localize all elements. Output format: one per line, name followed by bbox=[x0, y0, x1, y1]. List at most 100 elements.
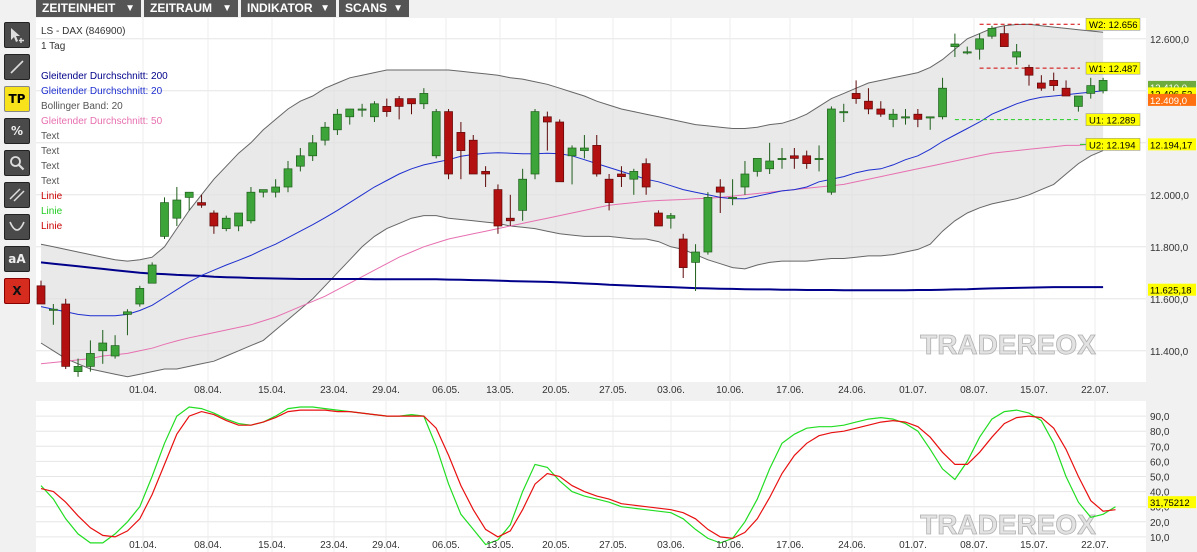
candle-body bbox=[814, 158, 824, 160]
y-tick-label: 60,0 bbox=[1150, 457, 1170, 468]
candle-body bbox=[357, 108, 367, 111]
candle-body bbox=[938, 87, 947, 118]
x-tick-label: 06.05. bbox=[432, 540, 460, 551]
candle-body bbox=[209, 212, 219, 227]
candle-body bbox=[419, 93, 429, 105]
candle-body bbox=[61, 303, 71, 367]
legend-item: Gleitender Durchschnitt: 20 bbox=[41, 86, 163, 97]
x-tick-label: 08.07. bbox=[960, 385, 988, 396]
x-tick-label: 23.04. bbox=[320, 540, 348, 551]
x-tick-label: 17.06. bbox=[776, 540, 804, 551]
candle-body bbox=[876, 108, 886, 115]
candle-body bbox=[604, 178, 614, 203]
x-tick-label: 29.04. bbox=[372, 385, 400, 396]
candle-body bbox=[641, 163, 651, 188]
x-tick-label: 15.04. bbox=[258, 385, 286, 396]
candle-body bbox=[1049, 80, 1059, 86]
watermark-logo: TRADEREOX bbox=[920, 329, 1096, 360]
candle-body bbox=[728, 197, 737, 199]
x-tick-label: 01.07. bbox=[899, 385, 927, 396]
x-tick-label: 01.07. bbox=[899, 540, 927, 551]
candle-body bbox=[567, 147, 577, 157]
x-tick-label: 23.04. bbox=[320, 385, 348, 396]
candle-body bbox=[987, 28, 997, 37]
candle-body bbox=[123, 311, 132, 315]
x-tick-label: 15.07. bbox=[1020, 540, 1048, 551]
candle-body bbox=[1098, 80, 1108, 92]
candle-body bbox=[999, 33, 1009, 47]
legend-item: Text bbox=[41, 131, 60, 142]
candle-body bbox=[1012, 51, 1022, 58]
candle-body bbox=[975, 38, 984, 50]
x-tick-label: 29.04. bbox=[372, 540, 400, 551]
candle-body bbox=[160, 202, 169, 237]
x-tick-label: 10.06. bbox=[716, 385, 744, 396]
x-tick-label: 22.07. bbox=[1081, 385, 1109, 396]
candle-body bbox=[629, 171, 639, 180]
candle-body bbox=[555, 121, 565, 183]
candle-body bbox=[86, 353, 95, 367]
level-tag-label: W2: 12.656 bbox=[1089, 20, 1138, 31]
candle-body bbox=[456, 132, 466, 151]
candle-body bbox=[1036, 82, 1046, 89]
legend-item: Text bbox=[41, 161, 60, 172]
candle-body bbox=[592, 145, 602, 175]
legend-item: Linie bbox=[41, 191, 63, 202]
x-tick-label: 27.05. bbox=[599, 540, 627, 551]
x-tick-label: 01.04. bbox=[129, 385, 157, 396]
price-tag-label: 11.625,18 bbox=[1150, 286, 1192, 297]
legend-item: Linie bbox=[41, 206, 63, 217]
candle-body bbox=[913, 113, 923, 120]
candle-body bbox=[839, 111, 849, 114]
watermark-logo: TRADEREOX bbox=[920, 509, 1096, 540]
legend-item: Text bbox=[41, 176, 60, 187]
x-tick-label: 08.07. bbox=[960, 540, 988, 551]
candle-body bbox=[48, 308, 58, 311]
candle-body bbox=[468, 139, 478, 175]
price-tags: 12.410,012.406,5212.409,012.194,1711.625… bbox=[1148, 80, 1196, 297]
candle-body bbox=[580, 147, 589, 151]
candle-body bbox=[530, 111, 540, 175]
y-tick-label: 12.600,0 bbox=[1150, 35, 1189, 46]
candle-body bbox=[950, 43, 960, 47]
candle-body bbox=[1074, 95, 1083, 107]
candle-body bbox=[901, 116, 910, 119]
level-tag-label: U1: 12.289 bbox=[1089, 116, 1135, 127]
candle-body bbox=[36, 285, 46, 305]
level-tag-label: W1: 12.487 bbox=[1089, 64, 1138, 75]
legend-item: Text bbox=[41, 146, 60, 157]
x-tick-label: 27.05. bbox=[599, 385, 627, 396]
candle-body bbox=[271, 186, 280, 193]
candle-body bbox=[666, 215, 676, 219]
candle-body bbox=[802, 155, 812, 164]
candle-body bbox=[382, 106, 392, 112]
x-tick-label: 22.07. bbox=[1081, 540, 1109, 551]
candle-body bbox=[258, 189, 268, 193]
candle-body bbox=[147, 264, 157, 284]
candle-body bbox=[431, 111, 441, 157]
x-tick-label: 03.06. bbox=[657, 540, 685, 551]
candle-body bbox=[1024, 67, 1034, 76]
candle-body bbox=[715, 186, 725, 193]
oscillator-axis: 90,080,070,060,050,040,030,020,010,0 bbox=[1150, 412, 1170, 544]
x-tick-label: 15.07. bbox=[1020, 385, 1048, 396]
candle-body bbox=[864, 100, 873, 110]
timeframe-label: 1 Tag bbox=[41, 41, 65, 52]
candle-body bbox=[740, 173, 750, 188]
candle-body bbox=[1061, 87, 1071, 97]
candle-body bbox=[283, 168, 293, 188]
candle-body bbox=[542, 116, 552, 123]
x-tick-label: 08.04. bbox=[194, 540, 222, 551]
x-tick-label: 10.06. bbox=[716, 540, 744, 551]
oscillator-tags: 31,75212 bbox=[1148, 496, 1196, 509]
y-tick-label: 12.000,0 bbox=[1150, 191, 1189, 202]
candle-body bbox=[98, 342, 108, 352]
x-tick-label: 03.06. bbox=[657, 385, 685, 396]
price-time-axis: 01.04. 08.04. 15.04. 23.04. 29.04. 06.05. 13.0… bbox=[129, 385, 1109, 396]
price-tag-label: 12.194,17 bbox=[1150, 140, 1192, 151]
candle-body bbox=[320, 126, 330, 141]
x-tick-label: 06.05. bbox=[432, 385, 460, 396]
legend-item: Bollinger Band: 20 bbox=[41, 101, 123, 112]
candle-body bbox=[221, 217, 231, 229]
candle-body bbox=[1086, 85, 1096, 94]
